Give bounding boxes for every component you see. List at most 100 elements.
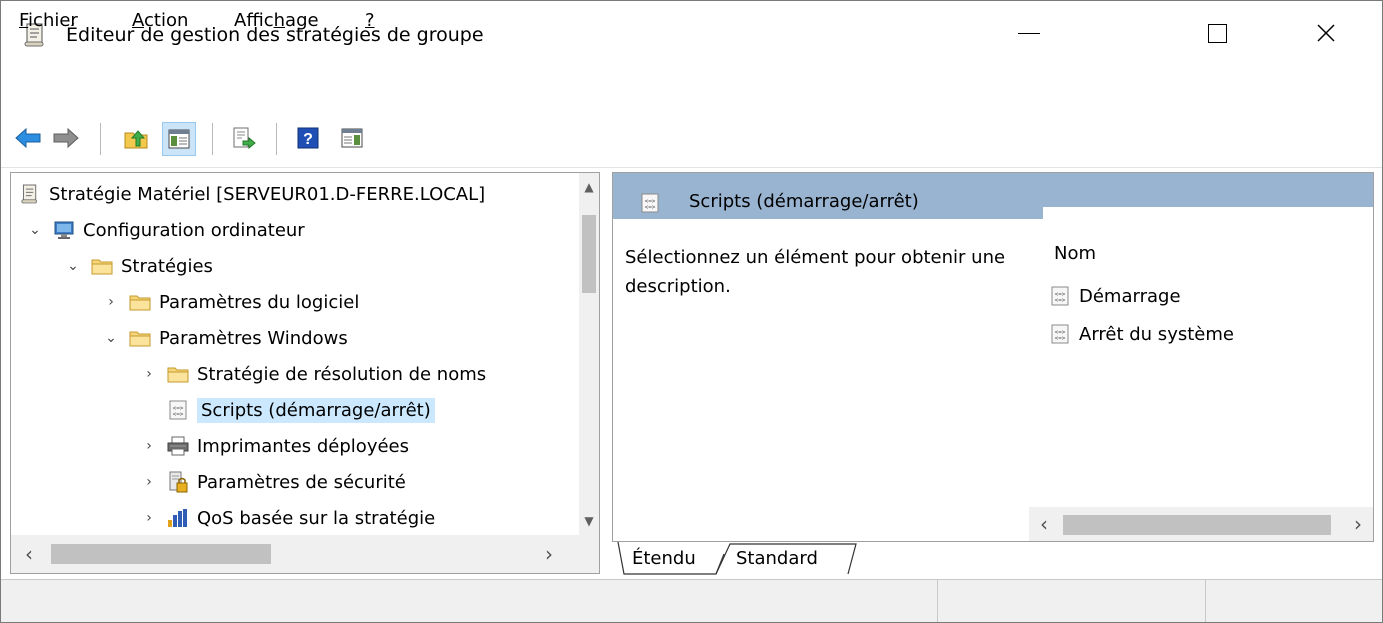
back-arrow-icon <box>15 127 41 149</box>
column-header-nom[interactable]: Nom <box>1054 243 1096 264</box>
maximize-icon <box>1207 23 1227 43</box>
details-header-title: Scripts (démarrage/arrêt) <box>689 191 919 212</box>
tree-item-scripts[interactable]: <=> <=> Scripts (démarrage/arrêt) <box>139 393 435 427</box>
chevron-right-icon[interactable]: › <box>139 366 159 382</box>
tree-item-qos[interactable]: › QoS basée sur la stratégie <box>139 501 435 535</box>
minimize-button[interactable] <box>973 2 1085 64</box>
status-divider <box>937 580 938 623</box>
printer-icon <box>167 435 189 457</box>
scroll-left-arrow-icon[interactable]: ‹ <box>1029 507 1059 541</box>
tab-etendu[interactable]: Étendu <box>632 548 696 569</box>
svg-text:<=>: <=> <box>1055 297 1066 304</box>
help-icon: ? <box>297 127 319 149</box>
action-pane-icon <box>341 128 363 148</box>
toolbar-separator <box>212 123 213 155</box>
script-icon: <=> <=> <box>167 399 189 421</box>
chevron-down-icon[interactable]: ⌄ <box>63 258 83 274</box>
tree-item-label: Stratégie Matériel [SERVEUR01.D-FERRE.LO… <box>49 183 486 205</box>
toolbar <box>1 113 1382 168</box>
close-button[interactable] <box>1270 2 1382 64</box>
folder-icon <box>129 291 151 313</box>
tree-vertical-scrollbar[interactable]: ▲ ▼ <box>579 173 599 535</box>
list-item-arret[interactable]: <=> <=> Arrêt du système <box>1049 319 1234 349</box>
tree-item-securite[interactable]: › Paramètres de sécurité <box>139 465 406 499</box>
tree-horizontal-scrollbar[interactable]: ‹ › <box>11 535 579 573</box>
svg-text:<=>: <=> <box>173 411 184 418</box>
folder-icon <box>167 363 189 385</box>
details-horizontal-scrollbar[interactable]: ‹ › <box>1029 507 1373 541</box>
folder-icon <box>129 327 151 349</box>
svg-text:<=>: <=> <box>645 204 656 211</box>
tree-item-strategies[interactable]: ⌄ Stratégies <box>63 249 213 283</box>
menu-help[interactable]: ? <box>365 10 375 31</box>
tree-item-label: Paramètres du logiciel <box>159 291 360 313</box>
tree-item-label: QoS basée sur la stratégie <box>197 507 436 529</box>
details-pane: <=> <=> Scripts (démarrage/arrêt) Sélecti… <box>612 172 1374 542</box>
scrollbar-thumb[interactable] <box>1063 515 1331 535</box>
menu-action[interactable]: Action <box>132 10 188 31</box>
list-item-demarrage[interactable]: <=> <=> Démarrage <box>1049 281 1181 311</box>
scroll-right-arrow-icon[interactable]: › <box>531 535 567 573</box>
scroll-left-arrow-icon[interactable]: ‹ <box>11 535 47 573</box>
chevron-right-icon[interactable]: › <box>139 474 159 490</box>
chevron-right-icon[interactable]: › <box>139 438 159 454</box>
script-icon: <=> <=> <box>641 193 659 218</box>
tree-item-label: Scripts (démarrage/arrêt) <box>197 397 435 423</box>
tree-item-configuration-ordinateur[interactable]: ⌄ Configuration ordinateur <box>25 213 305 247</box>
menu-affichage[interactable]: Affichage <box>234 10 319 31</box>
scrollbar-thumb[interactable] <box>51 544 271 564</box>
list-item-label: Démarrage <box>1079 285 1181 307</box>
scroll-right-arrow-icon[interactable]: › <box>1343 507 1373 541</box>
computer-icon <box>53 219 75 241</box>
toolbar-separator <box>100 123 101 155</box>
tree-item-parametres-windows[interactable]: ⌄ Paramètres Windows <box>101 321 348 355</box>
script-icon: <=> <=> <box>1049 285 1071 307</box>
description-text: Sélectionnez un élément pour obtenir une… <box>625 247 1006 297</box>
tree-item-parametres-logiciel[interactable]: › Paramètres du logiciel <box>101 285 359 319</box>
show-hide-tree-icon <box>168 129 190 149</box>
up-level-button[interactable] <box>122 124 150 152</box>
minimize-icon <box>1018 32 1040 34</box>
tree-item-imprimantes[interactable]: › Imprimantes déployées <box>139 429 409 463</box>
show-hide-tree-button[interactable] <box>162 122 196 156</box>
scroll-down-arrow-icon[interactable]: ▼ <box>579 511 599 531</box>
status-divider <box>1205 580 1206 623</box>
help-button[interactable]: ? <box>294 124 322 152</box>
folder-icon <box>91 255 113 277</box>
forward-button[interactable] <box>52 124 80 152</box>
export-list-button[interactable] <box>230 124 258 152</box>
scrollbar-thumb[interactable] <box>582 215 596 293</box>
tree-item-resolution-noms[interactable]: › Stratégie de résolution de noms <box>139 357 486 391</box>
back-button[interactable] <box>14 124 42 152</box>
qos-chart-icon <box>167 507 189 529</box>
tree-item-label: Imprimantes déployées <box>197 435 409 457</box>
menu-bar <box>1 66 1382 112</box>
action-pane-button[interactable] <box>338 124 366 152</box>
tree-item-label: Paramètres de sécurité <box>197 471 406 493</box>
close-icon <box>1317 24 1335 42</box>
view-tabs: Étendu Standard <box>612 540 1382 578</box>
toolbar-separator <box>276 123 277 155</box>
scrollbar-corner <box>579 535 599 573</box>
tree-item-root[interactable]: Stratégie Matériel [SERVEUR01.D-FERRE.LO… <box>19 177 485 211</box>
scroll-up-arrow-icon[interactable]: ▲ <box>579 177 599 197</box>
svg-text:?: ? <box>303 131 313 148</box>
tree-item-label: Paramètres Windows <box>159 327 348 349</box>
maximize-button[interactable] <box>1161 2 1273 64</box>
tab-standard[interactable]: Standard <box>736 548 818 569</box>
menu-fichier[interactable]: Fichier <box>19 10 78 31</box>
tree-item-label: Configuration ordinateur <box>83 219 305 241</box>
status-bar <box>1 579 1382 623</box>
export-list-icon <box>233 127 256 149</box>
tree-item-label: Stratégie de résolution de noms <box>197 363 487 385</box>
up-folder-icon <box>124 130 148 149</box>
chevron-down-icon[interactable]: ⌄ <box>101 330 121 346</box>
console-tree[interactable]: Stratégie Matériel [SERVEUR01.D-FERRE.LO… <box>10 172 600 574</box>
policy-scroll-icon <box>19 183 41 205</box>
script-icon: <=> <=> <box>1049 323 1071 345</box>
chevron-right-icon[interactable]: › <box>139 510 159 526</box>
chevron-down-icon[interactable]: ⌄ <box>25 222 45 238</box>
chevron-right-icon[interactable]: › <box>101 294 121 310</box>
svg-text:<=>: <=> <box>1055 335 1066 342</box>
security-icon <box>167 471 189 493</box>
